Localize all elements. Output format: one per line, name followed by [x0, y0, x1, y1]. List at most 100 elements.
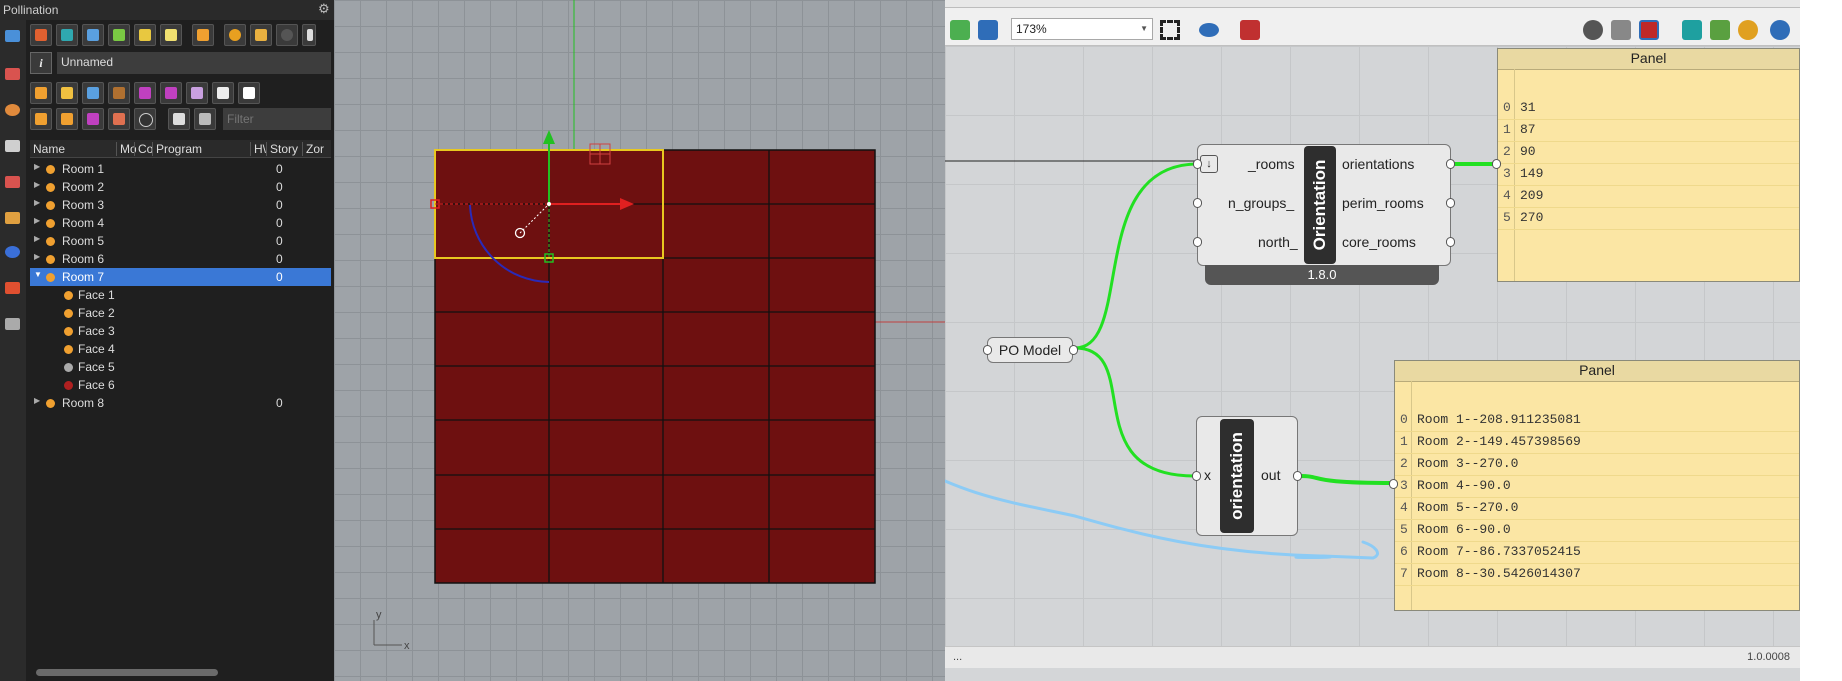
- sketch-icon[interactable]: [1240, 20, 1260, 40]
- layers-tab-icon[interactable]: [5, 68, 20, 80]
- tree-row-room-6[interactable]: ▶ Room 6 0: [30, 250, 331, 268]
- tool-tab-icon[interactable]: [5, 176, 20, 188]
- hexagon-icon[interactable]: [56, 108, 78, 130]
- tree-row-room-4[interactable]: ▶ Room 4 0: [30, 214, 331, 232]
- zoom-extents-icon[interactable]: [1160, 20, 1180, 40]
- output-core-rooms[interactable]: core_rooms: [1342, 234, 1416, 250]
- grip-panel-bottom[interactable]: [1389, 479, 1398, 489]
- zoom-select[interactable]: 173% ▼: [1011, 18, 1153, 40]
- color-grid-icon[interactable]: [108, 108, 130, 130]
- pollination-tab-icon[interactable]: [5, 30, 20, 42]
- mesh-quality-icon[interactable]: [1710, 20, 1730, 40]
- face-icon[interactable]: [160, 24, 182, 46]
- grip-x[interactable]: [1192, 471, 1201, 481]
- grip-orientations[interactable]: [1446, 159, 1455, 169]
- misc-tab-icon[interactable]: [5, 318, 20, 330]
- tree-row-face-1[interactable]: Face 1: [30, 286, 331, 304]
- tree-row-face-5[interactable]: Face 5: [30, 358, 331, 376]
- expand-icon[interactable]: ▶: [34, 216, 40, 225]
- model-name-field[interactable]: Unnamed: [57, 52, 331, 74]
- output-perim-rooms[interactable]: perim_rooms: [1342, 195, 1424, 211]
- filter-input[interactable]: [223, 108, 331, 130]
- open-file-icon[interactable]: [950, 20, 970, 40]
- ring-icon[interactable]: [134, 108, 156, 130]
- tree-row-room-5[interactable]: ▶ Room 5 0: [30, 232, 331, 250]
- sensor-grid-icon[interactable]: [82, 108, 104, 130]
- preview-eye-icon[interactable]: [1199, 23, 1219, 37]
- expand-icon[interactable]: ▶: [34, 198, 40, 207]
- solve-icon[interactable]: [1770, 20, 1790, 40]
- grip-po-model-in[interactable]: [983, 345, 992, 355]
- display-tab-icon[interactable]: [5, 140, 20, 152]
- aperture-icon[interactable]: [82, 24, 104, 46]
- grip-n-groups[interactable]: [1193, 198, 1202, 208]
- col-name[interactable]: Name: [30, 142, 117, 156]
- input-north[interactable]: north_: [1258, 234, 1298, 250]
- col-program[interactable]: Program: [152, 142, 252, 156]
- add-aperture-icon[interactable]: [82, 82, 104, 104]
- horizontal-scrollbar[interactable]: [36, 669, 218, 676]
- tree-row-room-7[interactable]: ▼ Room 7 0: [30, 268, 331, 286]
- col-story[interactable]: Story: [266, 142, 304, 156]
- grip-perim-rooms[interactable]: [1446, 198, 1455, 208]
- color-icon[interactable]: [1738, 20, 1758, 40]
- collapse-icon[interactable]: ▼: [34, 270, 42, 279]
- input-rooms[interactable]: _rooms: [1248, 156, 1295, 172]
- cube-icon[interactable]: [194, 108, 216, 130]
- panel-room-orientations[interactable]: Panel 0 Room 1--208.911235081 1 Room 2--14…: [1394, 360, 1800, 611]
- gear-icon[interactable]: ⚙: [318, 2, 332, 16]
- add-room-icon[interactable]: [30, 82, 52, 104]
- tree-row-room-3[interactable]: ▶ Room 3 0: [30, 196, 331, 214]
- save-icon[interactable]: [978, 20, 998, 40]
- close-icon[interactable]: [238, 82, 260, 104]
- rhino-viewport[interactable]: y x: [334, 0, 945, 681]
- grip-out[interactable]: [1293, 471, 1302, 481]
- add-face-icon[interactable]: [56, 82, 78, 104]
- info-icon[interactable]: i: [30, 52, 52, 74]
- expand-icon[interactable]: ▶: [34, 180, 40, 189]
- add-shade-icon[interactable]: [134, 82, 156, 104]
- tree-row-room-1[interactable]: ▶ Room 1 0: [30, 160, 331, 178]
- tree-row-face-2[interactable]: Face 2: [30, 304, 331, 322]
- tree-row-face-6[interactable]: Face 6: [30, 376, 331, 394]
- grip-po-model-out[interactable]: [1069, 345, 1078, 355]
- program-icon[interactable]: [192, 24, 214, 46]
- expand-icon[interactable]: ▶: [34, 252, 40, 261]
- chevron-down-icon[interactable]: ▼: [1140, 24, 1148, 33]
- col-construction[interactable]: Co: [134, 142, 154, 156]
- shade-icon[interactable]: [108, 24, 130, 46]
- preview-wire-icon[interactable]: [1583, 20, 1603, 40]
- preview-selected-icon[interactable]: [1639, 20, 1659, 40]
- model-icon[interactable]: [30, 24, 52, 46]
- light-tab-icon[interactable]: [5, 282, 20, 294]
- grip-core-rooms[interactable]: [1446, 237, 1455, 247]
- grid-icon[interactable]: [160, 82, 182, 104]
- add-door-icon[interactable]: [108, 82, 130, 104]
- input-n-groups[interactable]: n_groups_: [1228, 195, 1294, 211]
- col-modifier[interactable]: Mo: [116, 142, 136, 156]
- more-icon[interactable]: [302, 24, 316, 46]
- output-orientations[interactable]: orientations: [1342, 156, 1414, 172]
- po-model-param[interactable]: PO Model: [987, 337, 1073, 363]
- select-room-icon[interactable]: [30, 108, 52, 130]
- render-tab-icon[interactable]: [5, 246, 20, 258]
- edit-icon[interactable]: [212, 82, 234, 104]
- settings-dim-icon[interactable]: [276, 24, 298, 46]
- output-out[interactable]: out: [1261, 467, 1280, 483]
- link-icon[interactable]: [186, 82, 208, 104]
- tree-row-room-2[interactable]: ▶ Room 2 0: [30, 178, 331, 196]
- filter-icon[interactable]: [168, 108, 190, 130]
- tree-row-face-4[interactable]: Face 4: [30, 340, 331, 358]
- input-x[interactable]: x: [1204, 467, 1211, 483]
- list-access-icon[interactable]: ↓: [1200, 155, 1218, 173]
- search-icon[interactable]: [224, 24, 246, 46]
- room-icon[interactable]: [56, 24, 78, 46]
- panel-orientations[interactable]: Panel 0 31 1 87 2 90 3 149 4 209 5 270: [1497, 48, 1800, 282]
- col-zone[interactable]: Zor: [302, 142, 334, 156]
- preview-shaded-icon[interactable]: [1611, 20, 1631, 40]
- grip-north[interactable]: [1193, 237, 1202, 247]
- grip-panel-top[interactable]: [1492, 159, 1501, 169]
- paint-tab-icon[interactable]: [5, 212, 20, 224]
- tree-row-face-3[interactable]: Face 3: [30, 322, 331, 340]
- expand-icon[interactable]: ▶: [34, 162, 40, 171]
